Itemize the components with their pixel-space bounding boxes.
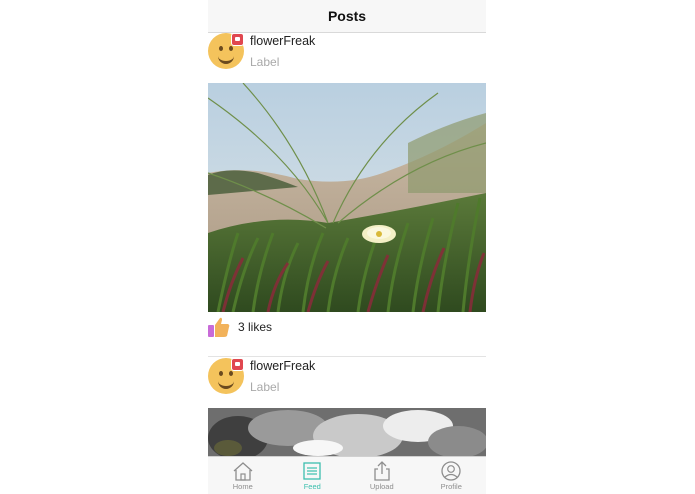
tab-label: Profile bbox=[440, 482, 462, 491]
tab-label: Upload bbox=[369, 482, 394, 491]
post-header: flowerFreak Label bbox=[208, 33, 486, 77]
tab-feed[interactable]: Feed bbox=[278, 457, 348, 494]
tab-label: Home bbox=[232, 482, 253, 491]
post-photo[interactable] bbox=[208, 83, 486, 312]
tab-profile[interactable]: Profile bbox=[417, 457, 487, 494]
page-title: Posts bbox=[327, 8, 367, 24]
post-label: Label bbox=[250, 55, 280, 69]
home-icon bbox=[233, 462, 253, 481]
post-label: Label bbox=[250, 380, 280, 394]
feed-icon bbox=[303, 462, 321, 480]
likes-row: 3 likes bbox=[208, 316, 486, 340]
post-username[interactable]: flowerFreak bbox=[250, 359, 315, 373]
thumbs-up-icon[interactable] bbox=[208, 316, 230, 338]
tab-home[interactable]: Home bbox=[208, 457, 278, 494]
post-divider bbox=[208, 356, 486, 357]
post-header: flowerFreak Label bbox=[208, 358, 486, 402]
tab-bar: Home Feed Upload Profile bbox=[208, 456, 486, 494]
tab-upload[interactable]: Upload bbox=[347, 457, 417, 494]
camera-badge-icon bbox=[231, 358, 244, 371]
likes-count: 3 likes bbox=[238, 320, 273, 334]
upload-icon bbox=[374, 461, 390, 481]
profile-icon bbox=[441, 461, 461, 481]
navigation-bar: Posts bbox=[208, 0, 486, 33]
post-photo[interactable] bbox=[208, 408, 486, 456]
post-username[interactable]: flowerFreak bbox=[250, 34, 315, 48]
phone-screen: Posts flowerFreak Label 3 likes flowerFr… bbox=[208, 0, 486, 494]
camera-badge-icon bbox=[231, 33, 244, 46]
tab-label: Feed bbox=[303, 482, 321, 491]
